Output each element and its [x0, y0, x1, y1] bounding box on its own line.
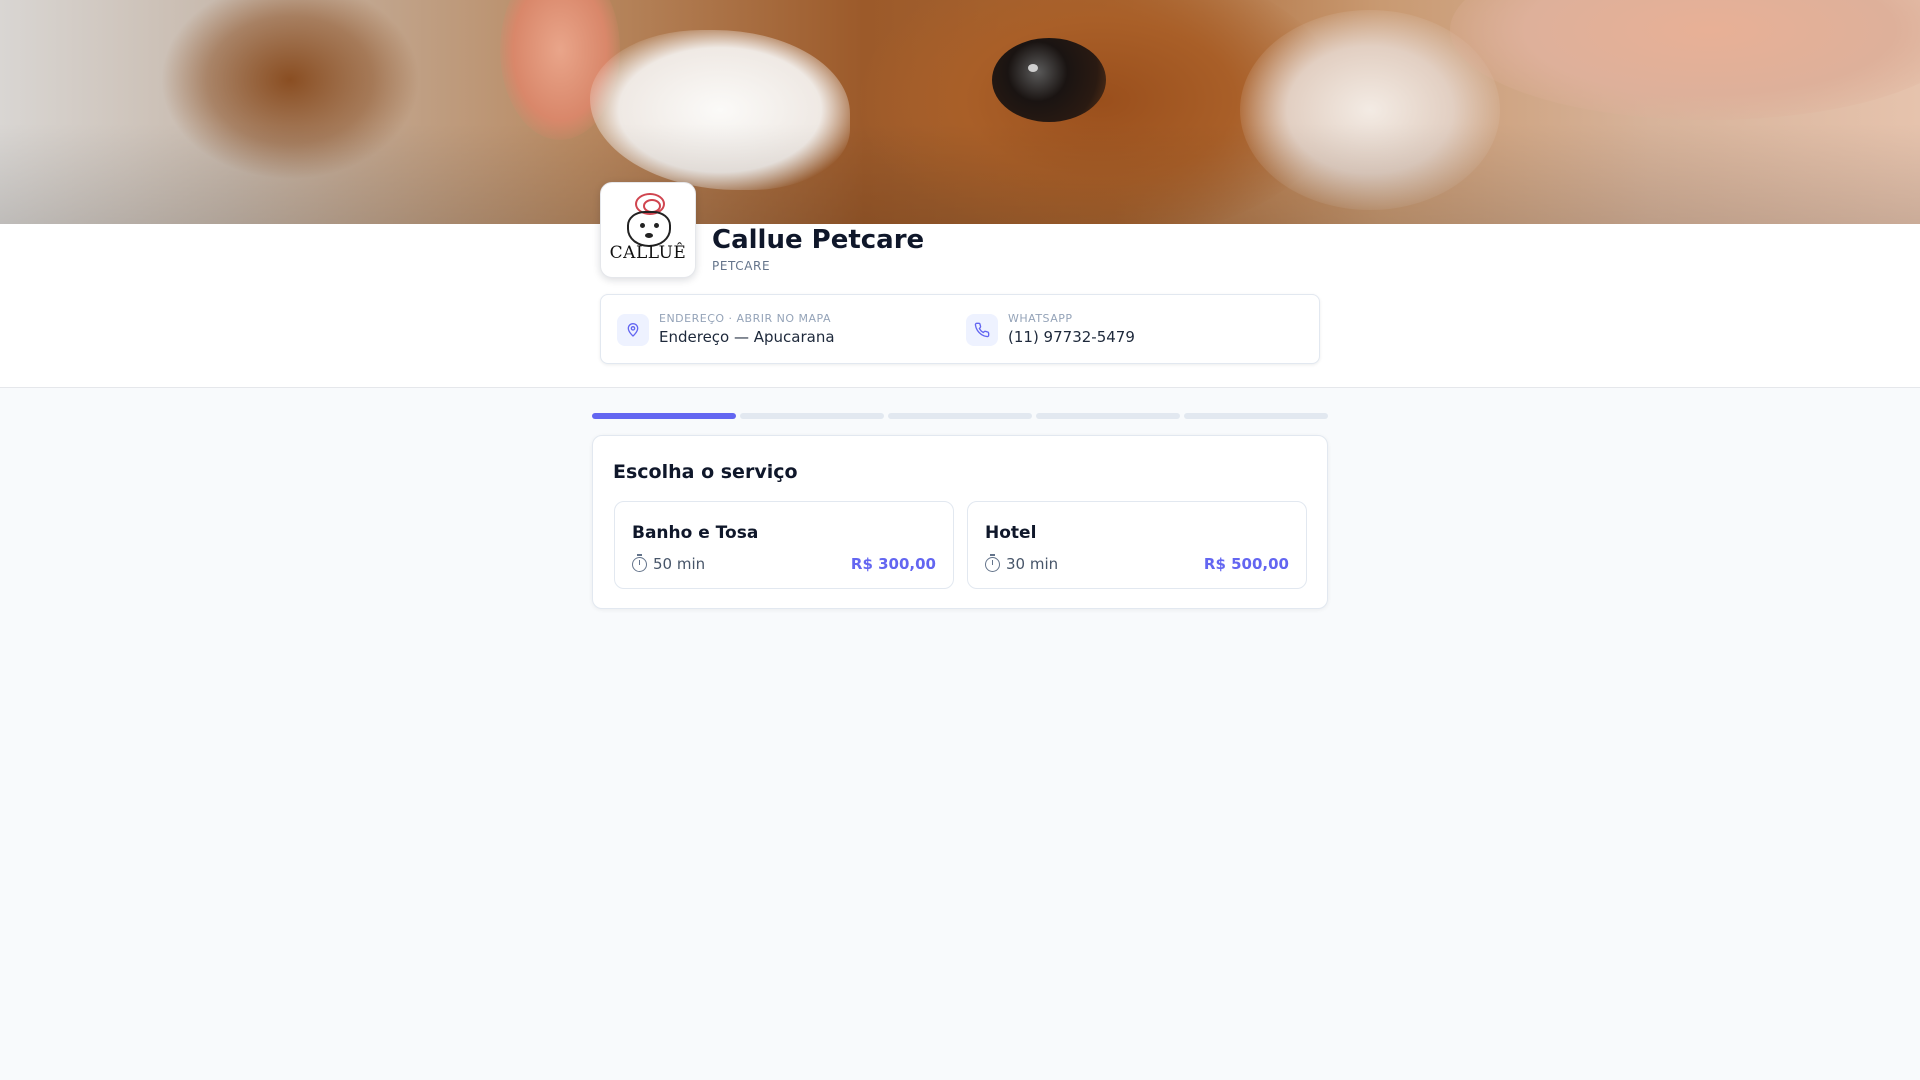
whatsapp-link[interactable]: WHATSAPP (11) 97732-5479 — [966, 295, 1135, 365]
progress-step-4 — [1036, 413, 1180, 419]
stopwatch-icon — [985, 553, 1000, 572]
address-link[interactable]: ENDEREÇO · ABRIR NO MAPA Endereço — Apuc… — [617, 295, 835, 365]
business-logo: CALLUÊ — [600, 182, 696, 278]
logo-text: CALLUÊ — [609, 243, 687, 263]
service-price: R$ 500,00 — [1203, 555, 1289, 573]
contact-card: ENDEREÇO · ABRIR NO MAPA Endereço — Apuc… — [600, 294, 1320, 364]
step-progress-bar — [592, 413, 1328, 419]
service-name: Hotel — [985, 523, 1037, 543]
business-category: PETCARE — [712, 259, 771, 273]
address-label: ENDEREÇO · ABRIR NO MAPA — [659, 312, 831, 325]
phone-icon — [966, 314, 998, 346]
service-duration: 50 min — [632, 553, 705, 574]
service-option-banho-e-tosa[interactable]: Banho e Tosa 50 min R$ 300,00 — [614, 501, 954, 589]
progress-step-3 — [888, 413, 1032, 419]
business-name: Callue Petcare — [712, 225, 925, 255]
whatsapp-value: (11) 97732-5479 — [1008, 328, 1135, 346]
dog-icon — [627, 211, 671, 247]
cover-photo — [0, 0, 1920, 224]
progress-step-5 — [1184, 413, 1328, 419]
whatsapp-label: WHATSAPP — [1008, 312, 1073, 325]
progress-step-2 — [740, 413, 884, 419]
service-price: R$ 300,00 — [850, 555, 936, 573]
service-duration: 30 min — [985, 553, 1058, 574]
progress-step-1 — [592, 413, 736, 419]
service-name: Banho e Tosa — [632, 523, 759, 543]
address-value: Endereço — Apucarana — [659, 328, 835, 346]
service-selection-card: Escolha o serviço Banho e Tosa 50 min R$… — [592, 435, 1328, 609]
service-option-hotel[interactable]: Hotel 30 min R$ 500,00 — [967, 501, 1307, 589]
stopwatch-icon — [632, 553, 647, 572]
map-pin-icon — [617, 314, 649, 346]
service-step-title: Escolha o serviço — [613, 461, 798, 483]
